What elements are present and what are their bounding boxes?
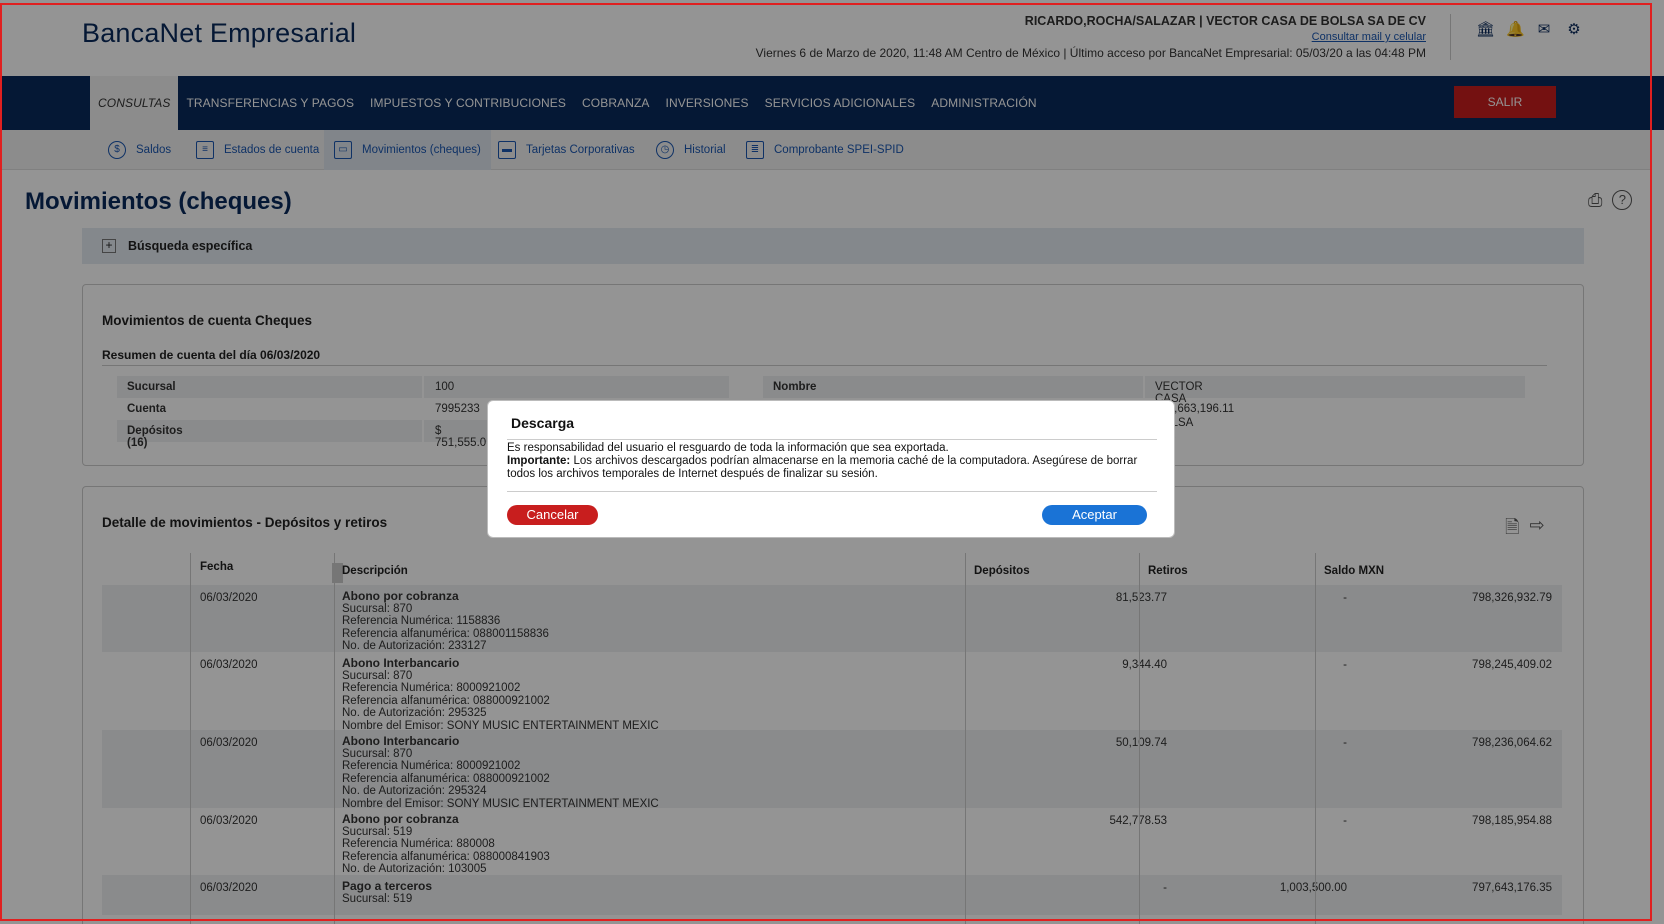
- divider: [507, 491, 1157, 492]
- important-label: Importante:: [507, 455, 571, 467]
- modal-line: Es responsabilidad del usuario el resgua…: [507, 442, 949, 454]
- modal-line-important: Importante: Los archivos descargados pod…: [507, 455, 1157, 481]
- important-text: Los archivos descargados podrían almacen…: [507, 455, 1138, 480]
- modal-body: Es responsabilidad del usuario el resgua…: [507, 442, 1157, 481]
- modal-title: Descarga: [511, 415, 575, 431]
- divider: [507, 439, 1157, 440]
- cancel-button[interactable]: Cancelar: [507, 505, 598, 525]
- accept-button[interactable]: Aceptar: [1042, 505, 1147, 525]
- download-modal: Descarga Es responsabilidad del usuario …: [487, 400, 1175, 538]
